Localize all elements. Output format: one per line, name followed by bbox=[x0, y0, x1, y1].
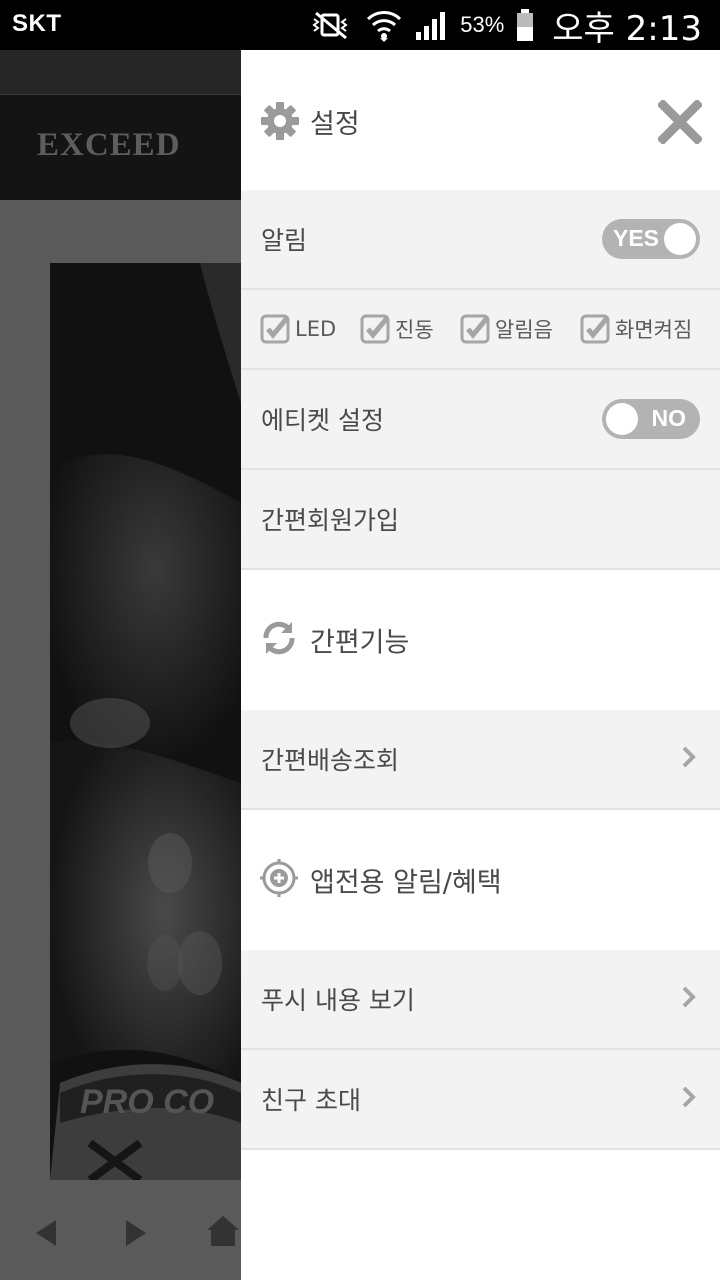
simple-signup-label: 간편회원가입 bbox=[261, 506, 400, 535]
checkbox-checked-icon bbox=[580, 314, 610, 344]
benefits-section-header: 앱전용 알림/혜택 bbox=[241, 810, 720, 950]
back-arrow-icon bbox=[34, 1218, 58, 1252]
toggle-knob bbox=[664, 223, 696, 255]
mute-vibrate-icon bbox=[308, 10, 354, 40]
option-sound-label: 알림음 bbox=[495, 318, 553, 342]
checkbox-checked-icon bbox=[260, 314, 290, 344]
benefits-section-title: 앱전용 알림/혜택 bbox=[310, 867, 502, 899]
notification-toggle[interactable]: YES bbox=[602, 219, 700, 259]
option-led-label: LED bbox=[295, 317, 337, 341]
refresh-icon bbox=[260, 619, 298, 661]
features-section-header: 간편기능 bbox=[241, 570, 720, 710]
background-header: EXCEED bbox=[0, 95, 241, 200]
checkbox-checked-icon bbox=[460, 314, 490, 344]
delivery-label: 간편배송조회 bbox=[261, 746, 400, 775]
drawer-title: 설정 bbox=[310, 109, 360, 140]
wifi-icon bbox=[366, 8, 402, 42]
notification-label: 알림 bbox=[261, 226, 308, 255]
drawer-header: 설정 bbox=[241, 50, 720, 190]
notification-options-row: LED 진동 알림음 화면켜짐 bbox=[241, 290, 720, 370]
features-section-title: 간편기능 bbox=[310, 627, 410, 659]
chevron-right-icon bbox=[682, 1086, 696, 1112]
app-logo: EXCEED bbox=[37, 127, 181, 163]
option-screen-on-checkbox[interactable]: 화면켜짐 bbox=[580, 314, 692, 344]
notification-toggle-label: YES bbox=[613, 225, 660, 251]
toggle-knob bbox=[606, 403, 638, 435]
simple-signup-row[interactable]: 간편회원가입 bbox=[241, 470, 720, 570]
svg-text:PRO CO: PRO CO bbox=[80, 1083, 214, 1121]
etiquette-toggle[interactable]: NO bbox=[602, 399, 700, 439]
forward-arrow-icon bbox=[124, 1218, 148, 1252]
invite-row[interactable]: 친구 초대 bbox=[241, 1050, 720, 1150]
option-led-checkbox[interactable]: LED bbox=[260, 314, 336, 344]
background-topbar bbox=[0, 50, 241, 95]
signal-icon bbox=[414, 10, 448, 40]
settings-drawer: 설정 알림 YES LED 진동 알림음 화면켜짐 에티켓 설정 NO 간편회원… bbox=[241, 50, 720, 1280]
etiquette-label: 에티켓 설정 bbox=[261, 406, 384, 435]
carrier-label: SKT bbox=[12, 10, 62, 37]
gear-icon bbox=[260, 101, 300, 145]
chevron-right-icon bbox=[682, 746, 696, 772]
status-bar: SKT 53% 오후 2:13 bbox=[0, 0, 720, 50]
background-nav bbox=[0, 1200, 241, 1280]
option-vibrate-label: 진동 bbox=[395, 318, 434, 342]
push-view-row[interactable]: 푸시 내용 보기 bbox=[241, 950, 720, 1050]
notification-row: 알림 YES bbox=[241, 190, 720, 290]
battery-percent: 53% bbox=[460, 12, 505, 37]
option-sound-checkbox[interactable]: 알림음 bbox=[460, 314, 553, 344]
hero-photo: PRO CO bbox=[50, 263, 241, 1180]
invite-label: 친구 초대 bbox=[261, 1086, 361, 1115]
etiquette-toggle-label: NO bbox=[651, 405, 687, 431]
checkbox-checked-icon bbox=[360, 314, 390, 344]
target-plus-icon bbox=[260, 859, 298, 901]
option-vibrate-checkbox[interactable]: 진동 bbox=[360, 314, 434, 344]
background-app: EXCEED PRO CO bbox=[0, 50, 241, 1280]
battery-icon bbox=[516, 9, 534, 41]
push-view-label: 푸시 내용 보기 bbox=[261, 986, 415, 1015]
home-icon bbox=[205, 1212, 241, 1252]
option-screen-on-label: 화면켜짐 bbox=[615, 318, 693, 342]
chevron-right-icon bbox=[682, 986, 696, 1012]
etiquette-row: 에티켓 설정 NO bbox=[241, 370, 720, 470]
delivery-row[interactable]: 간편배송조회 bbox=[241, 710, 720, 810]
clock: 오후 2:13 bbox=[552, 8, 702, 49]
close-icon[interactable] bbox=[656, 98, 704, 146]
